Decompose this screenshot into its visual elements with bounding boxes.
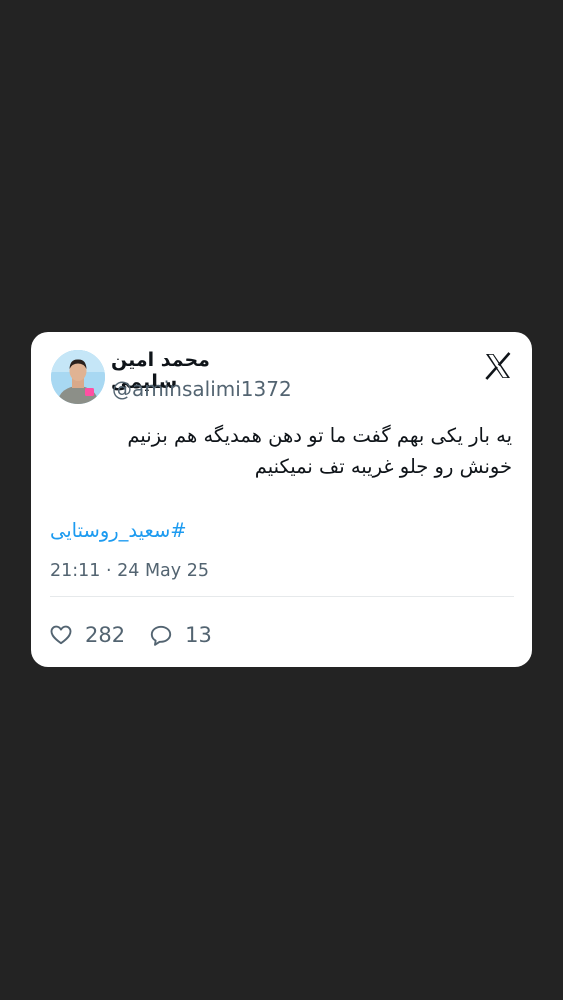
x-logo-icon — [485, 352, 511, 380]
tweet-actions: 282 13 — [50, 620, 237, 650]
tweet-text-line: خونش رو جلو غریبه تف نمیکنیم — [254, 455, 512, 478]
divider — [50, 596, 514, 597]
like-count: 282 — [85, 623, 126, 647]
hashtag-link[interactable]: #سعید_روستایی — [50, 519, 187, 542]
tweet-card: محمد امین سلیمی @aminsalimi1372 یه بار ی… — [31, 332, 532, 667]
tweet-timestamp[interactable]: 21:11 · 24 May 25 — [50, 561, 209, 581]
reply-count: 13 — [185, 623, 212, 647]
heart-icon — [50, 625, 72, 645]
like-button[interactable]: 282 — [50, 623, 125, 647]
avatar[interactable] — [51, 350, 105, 404]
tweet-text-line: یه بار یکی بهم گفت ما تو دهن همدیگه هم ب… — [127, 424, 512, 447]
user-handle[interactable]: @aminsalimi1372 — [112, 377, 292, 401]
tweet-text: یه بار یکی بهم گفت ما تو دهن همدیگه هم ب… — [52, 420, 512, 482]
speech-bubble-icon — [150, 625, 172, 646]
reply-button[interactable]: 13 — [150, 623, 212, 647]
